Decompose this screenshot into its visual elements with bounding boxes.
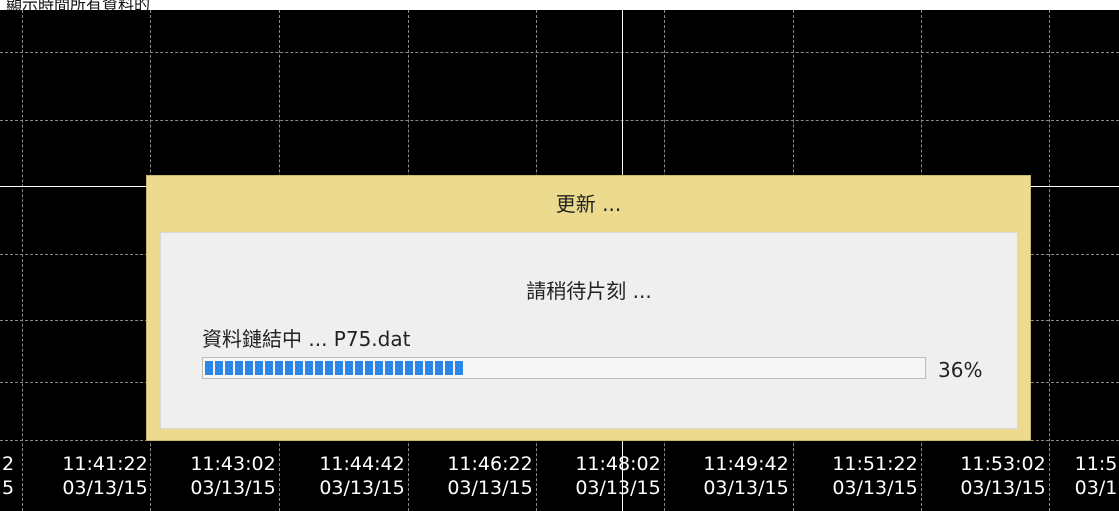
dialog-body: 請稍待片刻 ... 資料鏈結中 ... P75.dat 36% [160,232,1018,429]
grid-hline [0,52,1119,53]
time-axis-label: 11:48:02 03/13/15 [575,453,661,499]
grid-hline [0,120,1119,121]
time-axis-label: 11:41:22 03/13/15 [62,453,148,499]
wait-message: 請稍待片刻 ... [526,279,652,303]
progress-percent: 36% [938,358,983,382]
progress-bar [202,357,926,379]
time-axis-label: 11:44:42 03/13/15 [319,453,405,499]
grid-vline [1049,10,1050,511]
time-axis-label: 11:43:02 03/13/15 [190,453,276,499]
top-strip: 顯示時間所有資料的 [0,0,1119,10]
time-axis-label: 11:5 03/1 [1074,453,1118,499]
grid-vline [22,10,23,511]
time-axis-label: 11:49:42 03/13/15 [703,453,789,499]
time-axis-label: 11:46:22 03/13/15 [447,453,533,499]
time-axis-label: 11:51:22 03/13/15 [832,453,918,499]
progress-bar-fill [205,361,463,375]
top-cut-text: 顯示時間所有資料的 [6,0,151,10]
dialog-title: 更新 ... [555,192,622,216]
update-dialog[interactable]: 更新 ... 請稍待片刻 ... 資料鏈結中 ... P75.dat 36% [146,175,1031,441]
status-message: 資料鏈結中 ... P75.dat [202,327,411,351]
